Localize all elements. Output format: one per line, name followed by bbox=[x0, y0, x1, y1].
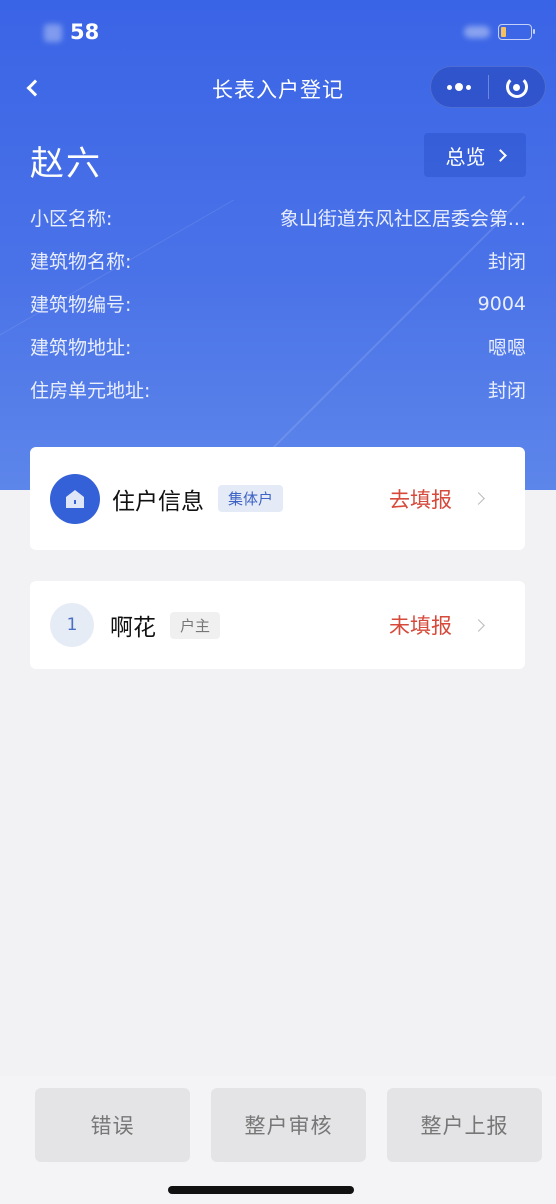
info-value: 象山街道东风社区居委会第... bbox=[279, 208, 526, 230]
mini-program-close-icon bbox=[505, 76, 528, 98]
info-row-building-address: 建筑物地址: 嗯嗯 bbox=[30, 325, 526, 368]
info-label: 建筑物名称: bbox=[30, 251, 132, 273]
info-label: 建筑物编号: bbox=[30, 294, 132, 316]
status-indicators bbox=[464, 24, 535, 40]
error-button[interactable]: 错误 bbox=[35, 1088, 190, 1162]
member-list-item[interactable]: 1 啊花 户主 未填报 bbox=[30, 581, 525, 669]
status-bar: 58 bbox=[0, 0, 556, 66]
overview-button[interactable]: 总览 bbox=[424, 133, 526, 177]
member-name: 啊花 bbox=[110, 615, 156, 641]
more-dots-icon bbox=[466, 84, 472, 90]
wifi-icon bbox=[464, 26, 490, 38]
nav-bar: 长表入户登记 bbox=[0, 66, 556, 110]
house-icon bbox=[50, 473, 100, 524]
chevron-right-icon bbox=[472, 618, 485, 632]
info-row-building-name: 建筑物名称: 封闭 bbox=[30, 239, 526, 282]
bottom-action-bar: 错误 整户审核 整户上报 bbox=[0, 1076, 556, 1204]
info-value: 封闭 bbox=[487, 251, 526, 273]
signal-icon bbox=[44, 24, 62, 42]
member-index: 1 bbox=[50, 603, 94, 647]
info-label: 小区名称: bbox=[30, 208, 113, 230]
info-value: 9004 bbox=[477, 292, 526, 315]
more-button[interactable] bbox=[431, 67, 488, 107]
member-role-tag: 户主 bbox=[170, 611, 221, 639]
info-label: 建筑物地址: bbox=[30, 337, 132, 359]
mini-program-capsule bbox=[430, 66, 546, 108]
info-label: 住房单元地址: bbox=[30, 380, 151, 402]
info-value: 嗯嗯 bbox=[487, 337, 526, 359]
info-row-community: 小区名称: 象山街道东风社区居委会第... bbox=[30, 196, 526, 239]
member-status: 未填报 bbox=[389, 614, 452, 638]
household-review-button[interactable]: 整户审核 bbox=[211, 1088, 366, 1162]
household-info-card[interactable]: 住户信息 集体户 去填报 bbox=[30, 447, 525, 550]
overview-label: 总览 bbox=[445, 144, 486, 169]
household-submit-button[interactable]: 整户上报 bbox=[387, 1088, 542, 1162]
battery-icon bbox=[498, 24, 535, 40]
status-time: 58 bbox=[70, 20, 100, 44]
info-value: 封闭 bbox=[487, 380, 526, 402]
more-dots-icon bbox=[447, 84, 453, 90]
household-type-tag: 集体户 bbox=[218, 485, 284, 512]
person-name: 赵六 bbox=[30, 144, 102, 184]
household-title: 住户信息 bbox=[112, 488, 204, 515]
chevron-right-icon bbox=[472, 492, 485, 505]
home-indicator bbox=[168, 1186, 354, 1194]
more-dots-icon bbox=[455, 83, 464, 91]
building-info-list: 小区名称: 象山街道东风社区居委会第... 建筑物名称: 封闭 建筑物编号: 9… bbox=[30, 196, 526, 411]
chevron-right-icon bbox=[493, 148, 507, 162]
household-status: 去填报 bbox=[389, 487, 452, 512]
info-row-unit-address: 住房单元地址: 封闭 bbox=[30, 368, 526, 411]
info-row-building-number: 建筑物编号: 9004 bbox=[30, 282, 526, 325]
close-button[interactable] bbox=[489, 67, 546, 107]
